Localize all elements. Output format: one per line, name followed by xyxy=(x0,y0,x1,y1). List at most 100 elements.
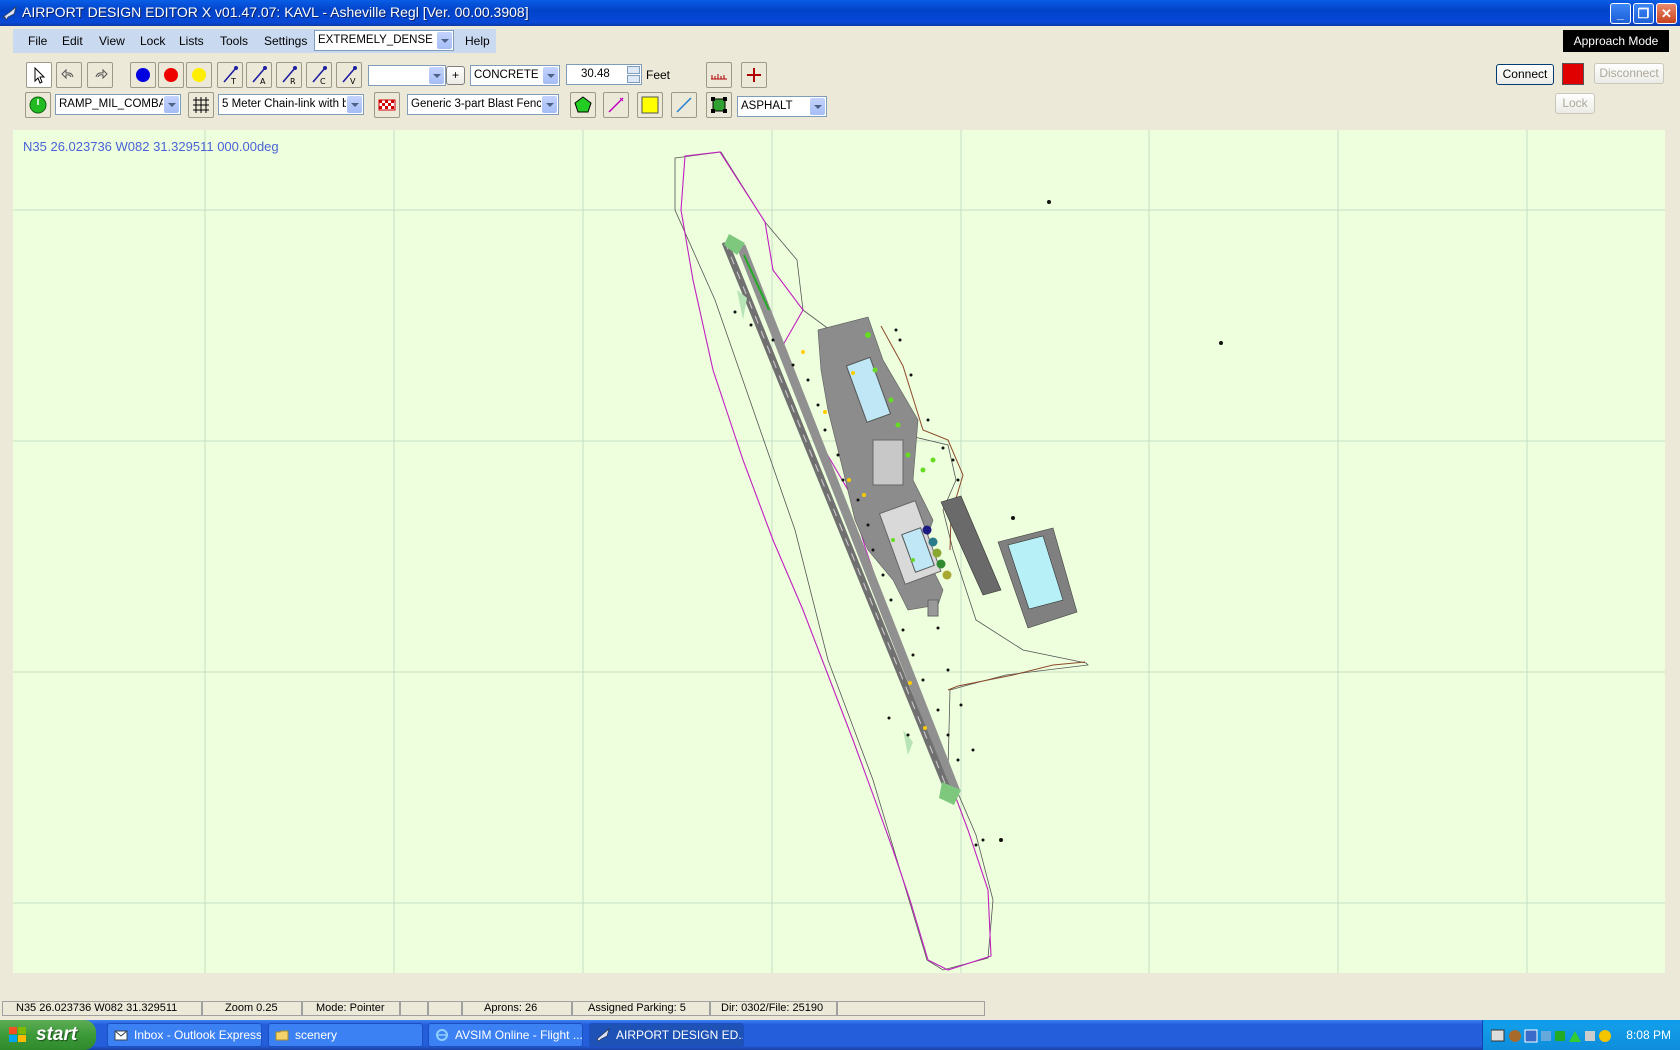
clock-icon xyxy=(29,96,47,114)
menu-file[interactable]: File xyxy=(28,34,47,48)
measure-button[interactable] xyxy=(706,62,732,88)
weather-icon[interactable] xyxy=(1599,1030,1611,1042)
draw-line-button[interactable] xyxy=(603,92,629,118)
connect-button[interactable]: Connect xyxy=(1496,64,1554,85)
pointer-icon xyxy=(34,66,46,84)
monitor-icon[interactable] xyxy=(1524,1029,1538,1043)
taxi-node-t-icon: T xyxy=(223,66,238,85)
menu-help[interactable]: Help xyxy=(465,34,490,48)
status-empty-2 xyxy=(428,1001,462,1016)
access-road xyxy=(947,661,1086,691)
disconnect-button[interactable]: Disconnect xyxy=(1594,63,1664,84)
windows-logo-icon xyxy=(9,1027,26,1042)
edge-line-button[interactable] xyxy=(671,92,697,118)
fence-type-select[interactable]: 5 Meter Chain-link with be xyxy=(218,94,364,115)
status-coords: N35 26.023736 W082 31.329511 xyxy=(2,1001,202,1016)
connection-status-indicator xyxy=(1562,63,1584,85)
taxi-node-c-icon: C xyxy=(312,66,327,85)
polygon-icon xyxy=(574,96,592,113)
redo-button[interactable] xyxy=(87,62,113,88)
taxi-node-a-icon: A xyxy=(252,66,267,85)
lock-button[interactable]: Lock xyxy=(1555,93,1595,114)
blast-fence-tool-button[interactable] xyxy=(374,92,400,118)
task-avsim-browser[interactable]: AVSIM Online - Flight ... xyxy=(428,1023,583,1047)
surface-select[interactable]: CONCRETE xyxy=(470,65,560,86)
maximize-button[interactable]: ❐ xyxy=(1633,3,1654,24)
select-area-button[interactable] xyxy=(706,92,732,118)
chevron-down-icon xyxy=(429,67,444,84)
task-airport-design-editor[interactable]: AIRPORT DESIGN ED... xyxy=(589,1023,744,1047)
apron-surface-value: ASPHALT xyxy=(741,100,793,112)
menu-bar: File Edit View Lock Lists Tools Settings… xyxy=(13,29,496,53)
red-circle-icon xyxy=(164,68,178,82)
task-scenery-folder[interactable]: scenery xyxy=(268,1023,423,1047)
menu-view[interactable]: View xyxy=(99,34,125,48)
task-outlook-express[interactable]: Inbox - Outlook Express xyxy=(107,1023,262,1047)
fence-tool-button[interactable] xyxy=(188,92,214,118)
taxi-node-v-button[interactable]: V xyxy=(336,62,362,88)
taxi-node-t-button[interactable]: T xyxy=(217,62,243,88)
close-button[interactable]: ✕ xyxy=(1656,3,1677,24)
taxi-node-a-button[interactable]: A xyxy=(246,62,272,88)
chevron-down-icon xyxy=(543,67,558,84)
fill-color-button[interactable] xyxy=(637,92,663,118)
pointer-tool-button[interactable] xyxy=(26,62,52,88)
taxi-node-c-button[interactable]: C xyxy=(306,62,332,88)
menu-lock[interactable]: Lock xyxy=(140,34,165,48)
messenger-icon[interactable] xyxy=(1555,1031,1565,1041)
undo-icon xyxy=(61,68,74,80)
internet-explorer-icon xyxy=(436,1029,448,1041)
chevron-down-icon xyxy=(164,96,179,113)
svg-text:T: T xyxy=(230,77,236,85)
menu-edit[interactable]: Edit xyxy=(62,34,83,48)
tray-app-icon[interactable] xyxy=(1509,1030,1521,1042)
height-spinner[interactable]: 30.48 xyxy=(566,64,642,85)
svg-text:A: A xyxy=(260,77,266,85)
blast-fence-select[interactable]: Generic 3-part Blast Fence xyxy=(407,94,559,115)
add-blue-node-button[interactable] xyxy=(130,62,156,88)
taxi-node-r-icon: R xyxy=(282,66,297,85)
security-icon[interactable] xyxy=(1541,1031,1551,1041)
folder-icon xyxy=(275,1030,289,1041)
undo-button[interactable] xyxy=(56,62,82,88)
menu-tools[interactable]: Tools xyxy=(220,34,248,48)
node-type-select[interactable] xyxy=(368,65,446,86)
chevron-down-icon xyxy=(542,96,557,113)
spin-up-icon[interactable] xyxy=(627,66,640,74)
menu-settings[interactable]: Settings xyxy=(264,34,307,48)
add-yellow-node-button[interactable] xyxy=(186,62,212,88)
map-canvas[interactable]: N35 26.023736 W082 31.329511 000.00deg xyxy=(13,130,1665,973)
update-icon[interactable] xyxy=(1569,1031,1581,1042)
minimize-icon: _ xyxy=(1616,6,1625,21)
tray-icons xyxy=(1491,1029,1611,1043)
close-icon: ✕ xyxy=(1661,6,1672,21)
crosshair-button[interactable] xyxy=(741,62,767,88)
redo-icon xyxy=(95,68,108,80)
chevron-down-icon xyxy=(437,32,452,49)
chevron-down-icon xyxy=(347,96,362,113)
menu-lists[interactable]: Lists xyxy=(179,34,204,48)
parking-type-select[interactable]: RAMP_MIL_COMBAT xyxy=(55,94,181,115)
airport-map[interactable] xyxy=(13,130,1665,973)
approach-mode-button[interactable]: Approach Mode xyxy=(1563,30,1669,52)
taxi-node-r-button[interactable]: R xyxy=(276,62,302,88)
fence-type-value: 5 Meter Chain-link with be xyxy=(222,98,346,110)
minimize-button[interactable]: _ xyxy=(1610,3,1631,24)
spin-down-icon[interactable] xyxy=(627,75,640,83)
map-grid xyxy=(13,130,1665,973)
parking-tool-button[interactable] xyxy=(25,92,51,118)
parking-type-value: RAMP_MIL_COMBAT xyxy=(59,98,163,110)
status-bar: N35 26.023736 W082 31.329511 Zoom 0.25 M… xyxy=(0,1000,1680,1017)
volume-icon[interactable] xyxy=(1585,1031,1595,1041)
add-red-node-button[interactable] xyxy=(158,62,184,88)
unit-label: Feet xyxy=(646,68,671,82)
line-icon xyxy=(676,97,692,113)
apron-surface-select[interactable]: ASPHALT xyxy=(737,96,827,117)
density-select[interactable]: EXTREMELY_DENSE xyxy=(314,30,454,51)
select-box-icon xyxy=(711,97,727,113)
task-label: scenery xyxy=(295,1028,338,1042)
network-icon[interactable] xyxy=(1491,1029,1505,1042)
apron-tool-button[interactable] xyxy=(570,92,596,118)
add-button[interactable]: + xyxy=(446,66,465,85)
start-button[interactable]: start xyxy=(0,1020,96,1050)
